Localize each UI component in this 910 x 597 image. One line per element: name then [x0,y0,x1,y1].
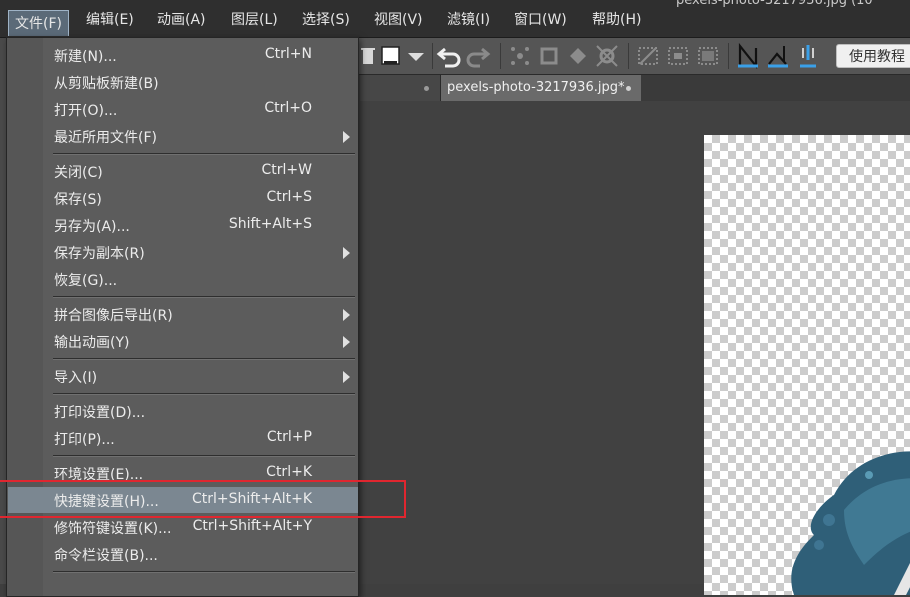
selection-sparkle-icon[interactable] [506,42,534,70]
crop-scale-icon[interactable] [593,42,621,70]
chevron-down-icon[interactable] [402,42,430,70]
tutorial-button[interactable]: 使用教程 [836,44,910,68]
menu-item-open[interactable]: 打开(O)... Ctrl+O [8,96,358,122]
canvas-area[interactable] [360,101,910,595]
menu-item-save[interactable]: 保存(S) Ctrl+S [8,185,358,211]
menu-item-save-copy[interactable]: 保存为副本(R) [8,239,358,265]
redo-icon[interactable] [464,42,492,70]
transform-icon[interactable] [535,42,563,70]
menu-layer[interactable]: 图层(L) [231,9,278,31]
document-tab-bar: pexels-photo-3217936.jpg* [360,75,910,101]
submenu-arrow-icon [343,371,350,383]
tab-active-document[interactable]: pexels-photo-3217936.jpg* [441,75,641,101]
select-all-icon[interactable] [694,42,722,70]
window-title: pexels-photo-3217936.jpg (10 [676,0,873,8]
tab-previous-document[interactable] [360,75,441,101]
submenu-arrow-icon [343,309,350,321]
menu-item-command-bar-settings[interactable]: 命令栏设置(B)... [8,541,358,567]
angle-snap-icon[interactable] [764,42,792,70]
menu-item-flatten-export[interactable]: 拼合图像后导出(R) [8,301,358,327]
clear-selection-icon[interactable] [634,42,662,70]
menu-item-close[interactable]: 关闭(C) Ctrl+W [8,158,358,184]
menu-animation[interactable]: 动画(A) [157,9,206,31]
menu-item-new[interactable]: 新建(N)... Ctrl+N [8,42,358,68]
menu-item-print-settings[interactable]: 打印设置(D)... [8,398,358,424]
menu-item-print[interactable]: 打印(P)... Ctrl+P [8,425,358,451]
ruler-snap-icon[interactable] [734,42,762,70]
menu-item-new-from-clipboard[interactable]: 从剪贴板新建(B) [8,69,358,95]
menu-item-recent-files[interactable]: 最近所用文件(F) [8,123,358,149]
menu-file[interactable]: 文件(F) [8,10,69,36]
undo-icon[interactable] [435,42,463,70]
fill-bucket-icon[interactable] [564,42,592,70]
menu-item-export-animation[interactable]: 输出动画(Y) [8,328,358,354]
invert-selection-icon[interactable] [664,42,692,70]
menu-item-revert[interactable]: 恢复(G)... [8,266,358,292]
annotation-highlight-box [0,480,406,518]
menu-help[interactable]: 帮助(H) [592,9,641,31]
menu-select[interactable]: 选择(S) [302,9,350,31]
tab-label: pexels-photo-3217936.jpg* [447,80,625,95]
pen-snap-icon[interactable] [794,42,822,70]
menu-bar: 文件(F) 编辑(E) 动画(A) 图层(L) 选择(S) 视图(V) 滤镜(I… [0,0,910,38]
submenu-arrow-icon [343,131,350,143]
menu-view[interactable]: 视图(V) [374,9,423,31]
artwork-brush-strokes [791,451,910,595]
submenu-arrow-icon [343,336,350,348]
document-canvas[interactable] [704,135,910,595]
menu-filter[interactable]: 滤镜(I) [447,9,490,31]
close-dot-icon[interactable] [424,86,429,91]
submenu-arrow-icon [343,247,350,259]
menu-item-import[interactable]: 导入(I) [8,363,358,389]
menu-item-save-as[interactable]: 另存为(A)... Shift+Alt+S [8,212,358,238]
menu-window[interactable]: 窗口(W) [514,9,567,31]
menu-edit[interactable]: 编辑(E) [86,9,134,31]
close-dot-icon[interactable] [626,86,631,91]
